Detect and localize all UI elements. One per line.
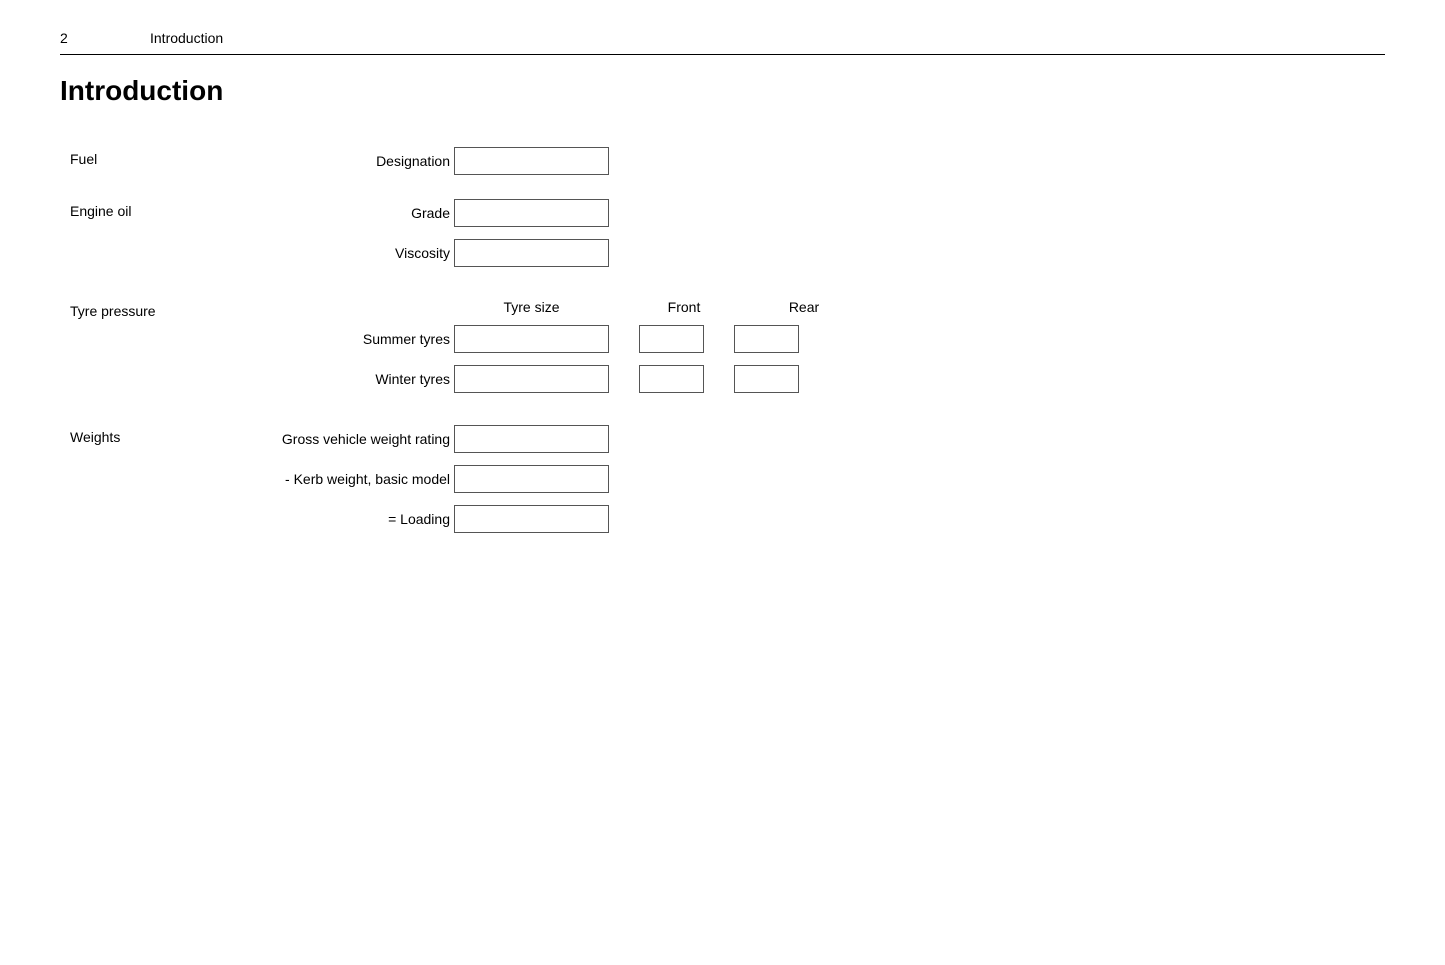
kerb-weight-input[interactable] (454, 465, 609, 493)
summer-tyres-front-input[interactable] (639, 325, 704, 353)
header-bar: 2 Introduction (60, 30, 1385, 55)
engine-oil-grade-row: Grade (250, 199, 609, 227)
kerb-weight-label: - Kerb weight, basic model (250, 471, 450, 487)
fuel-label: Fuel (70, 147, 250, 187)
tyre-pressure-section: Tyre pressure Tyre size Front Rear Summe… (70, 299, 1385, 405)
engine-oil-grade-input[interactable] (454, 199, 609, 227)
engine-oil-fields: Grade Viscosity (250, 199, 609, 279)
engine-oil-grade-label: Grade (250, 205, 450, 221)
weights-label: Weights (70, 425, 250, 545)
tyre-header-row: Tyre size Front Rear (250, 299, 849, 315)
summer-tyres-label: Summer tyres (250, 331, 450, 347)
winter-tyres-size-input[interactable] (454, 365, 609, 393)
winter-tyres-row: Winter tyres (250, 365, 849, 393)
tyre-content: Tyre size Front Rear Summer tyres Winter… (250, 299, 849, 405)
weights-section: Weights Gross vehicle weight rating - Ke… (70, 425, 1385, 545)
winter-tyres-label: Winter tyres (250, 371, 450, 387)
gross-vehicle-weight-row: Gross vehicle weight rating (250, 425, 609, 453)
tyre-front-col-header: Front (639, 299, 729, 315)
loading-label: = Loading (250, 511, 450, 527)
tyre-size-col-header: Tyre size (454, 299, 609, 315)
loading-input[interactable] (454, 505, 609, 533)
winter-tyres-front-input[interactable] (639, 365, 704, 393)
fuel-section: Fuel Designation (70, 147, 1385, 187)
weights-fields: Gross vehicle weight rating - Kerb weigh… (250, 425, 609, 545)
summer-tyres-rear-input[interactable] (734, 325, 799, 353)
header-page-number: 2 (60, 30, 90, 46)
engine-oil-viscosity-input[interactable] (454, 239, 609, 267)
header-title: Introduction (150, 30, 223, 46)
gross-vehicle-weight-label: Gross vehicle weight rating (250, 431, 450, 447)
engine-oil-viscosity-row: Viscosity (250, 239, 609, 267)
fuel-designation-row: Designation (250, 147, 609, 175)
engine-oil-viscosity-label: Viscosity (250, 245, 450, 261)
summer-tyres-size-input[interactable] (454, 325, 609, 353)
page: 2 Introduction Introduction Fuel Designa… (0, 0, 1445, 965)
tyre-pressure-label: Tyre pressure (70, 299, 250, 405)
engine-oil-section: Engine oil Grade Viscosity (70, 199, 1385, 279)
content-area: Fuel Designation Engine oil Grade Viscos… (60, 147, 1385, 545)
engine-oil-label: Engine oil (70, 199, 250, 279)
page-title: Introduction (60, 75, 1385, 107)
gross-vehicle-weight-input[interactable] (454, 425, 609, 453)
fuel-designation-label: Designation (250, 153, 450, 169)
loading-row: = Loading (250, 505, 609, 533)
kerb-weight-row: - Kerb weight, basic model (250, 465, 609, 493)
tyre-rear-col-header: Rear (759, 299, 849, 315)
summer-tyres-row: Summer tyres (250, 325, 849, 353)
fuel-fields: Designation (250, 147, 609, 187)
winter-tyres-rear-input[interactable] (734, 365, 799, 393)
fuel-designation-input[interactable] (454, 147, 609, 175)
